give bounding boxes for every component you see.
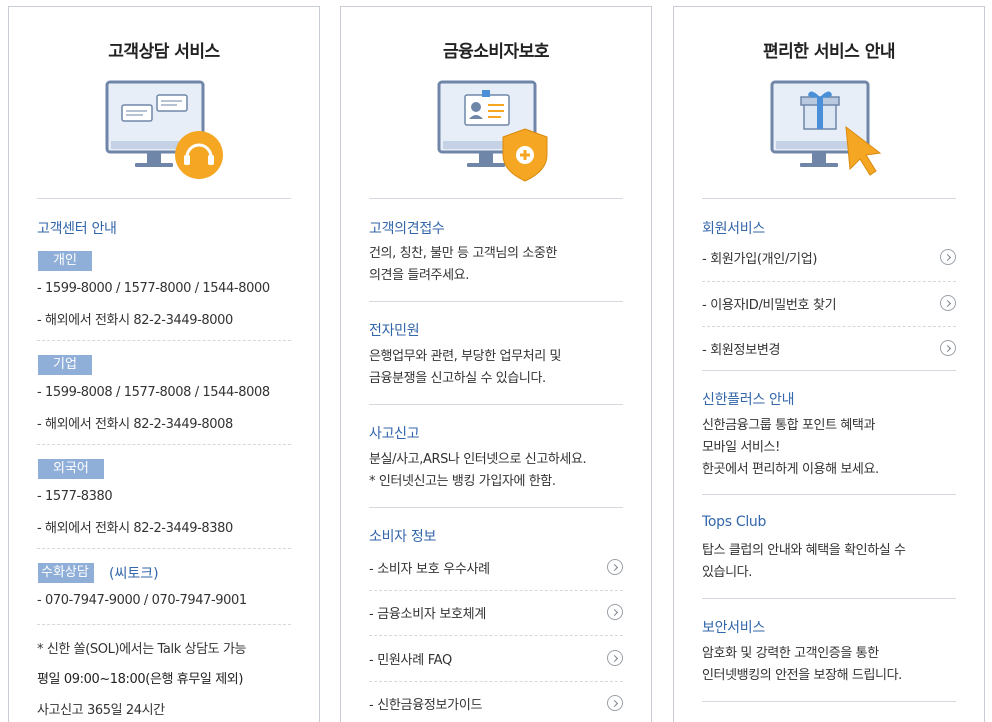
divider — [369, 635, 623, 636]
badge-personal: 개인 — [38, 251, 92, 271]
divider — [37, 198, 291, 199]
convenient-services-panel: 편리한 서비스 안내 회원서비스 - 회원가입(개인/기업) - 이용자ID/비… — [673, 6, 985, 722]
panel-title: 금융소비자보호 — [443, 42, 549, 62]
consumer-info-title: 소비자 정보 — [369, 529, 437, 545]
tops-club-desc: 탑스 클럽의 안내와 혜택을 확인하실 수 있습니다. — [702, 543, 906, 580]
phone-line: - 1599-8000 / 1577-8000 / 1544-8000 — [37, 281, 270, 296]
customer-support-illustration — [105, 80, 223, 179]
link-finance-guide[interactable]: - 신한금융정보가이드 — [369, 692, 623, 716]
opinion-title[interactable]: 고객의견접수 — [369, 218, 445, 238]
divider — [37, 548, 291, 549]
link-sign-up[interactable]: - 회원가입(개인/기업) — [702, 246, 956, 270]
phone-line: - 1577-8380 — [37, 489, 113, 504]
customer-service-panel: 고객상담 서비스 고객센터 안내 개인 - 1599-8000 / 1577-8… — [8, 6, 320, 722]
member-service-title: 회원서비스 — [702, 221, 765, 237]
divider — [702, 598, 956, 599]
divider — [369, 301, 623, 302]
divider — [369, 198, 623, 199]
chevron-right-icon — [940, 340, 956, 356]
divider — [369, 681, 623, 682]
divider — [37, 624, 291, 625]
chevron-right-icon — [607, 695, 623, 711]
phone-line: - 1599-8008 / 1577-8008 / 1544-8008 — [37, 385, 270, 400]
opinion-desc: 건의, 칭찬, 불만 등 고객님의 소중한 의견을 들려주세요. — [369, 246, 557, 283]
divider — [369, 404, 623, 405]
e-complaint-desc: 은행업무와 관련, 부당한 업무처리 및 금융분쟁을 신고하실 수 있습니다. — [369, 349, 562, 386]
id-card-shield-illustration — [437, 80, 548, 182]
badge-foreign: 외국어 — [38, 459, 104, 479]
divider — [37, 340, 291, 341]
e-complaint-title[interactable]: 전자민원 — [369, 320, 420, 340]
chevron-right-icon — [940, 295, 956, 311]
tops-club-title[interactable]: Tops Club — [702, 514, 766, 530]
divider — [702, 326, 956, 327]
link-protection-system[interactable]: - 금융소비자 보호체계 — [369, 601, 623, 625]
chevron-right-icon — [607, 559, 623, 575]
divider — [37, 444, 291, 445]
chevron-right-icon — [607, 604, 623, 620]
divider — [702, 281, 956, 282]
customer-center-title: 고객센터 안내 — [37, 221, 117, 237]
security-service-title[interactable]: 보안서비스 — [702, 617, 765, 637]
seetalk-link[interactable]: (씨토크) — [109, 563, 159, 583]
phone-line: - 해외에서 전화시 82-2-3449-8008 — [37, 417, 233, 432]
hours-note: 평일 09:00~18:00(은행 휴무일 제외) — [37, 672, 244, 687]
panel-title: 편리한 서비스 안내 — [763, 42, 895, 62]
badge-business: 기업 — [38, 355, 92, 375]
link-find-id-password[interactable]: - 이용자ID/비밀번호 찾기 — [702, 292, 956, 316]
link-edit-member-info[interactable]: - 회원정보변경 — [702, 337, 956, 361]
shinhan-plus-title[interactable]: 신한플러스 안내 — [702, 389, 795, 409]
chevron-right-icon — [940, 249, 956, 265]
security-service-desc: 암호화 및 강력한 고객인증을 통한 인터넷뱅킹의 안전을 보장해 드립니다. — [702, 646, 902, 683]
link-best-practices[interactable]: - 소비자 보호 우수사례 — [369, 556, 623, 580]
panel-title: 고객상담 서비스 — [108, 42, 220, 62]
accident-report-title[interactable]: 사고신고 — [369, 423, 420, 443]
shinhan-plus-desc: 신한금융그룹 통합 포인트 혜택과 모바일 서비스! 한곳에서 편리하게 이용해 보… — [702, 418, 879, 477]
phone-line: - 해외에서 전화시 82-2-3449-8000 — [37, 313, 233, 328]
link-complaint-faq[interactable]: - 민원사례 FAQ — [369, 647, 623, 671]
sol-talk-note: * 신한 쏠(SOL)에서는 Talk 상담도 가능 — [37, 642, 247, 657]
divider — [702, 370, 956, 371]
gift-cursor-illustration — [770, 80, 882, 176]
phone-line: - 해외에서 전화시 82-2-3449-8380 — [37, 521, 233, 536]
accident-report-note: 사고신고 365일 24시간 — [37, 703, 165, 718]
divider — [369, 590, 623, 591]
consumer-protection-panel: 금융소비자보호 고객의견접수 건의, 칭찬, 불만 등 고객님의 소중한 의견을 … — [340, 6, 652, 722]
chevron-right-icon — [607, 650, 623, 666]
divider — [702, 198, 956, 199]
badge-sign-language: 수화상담 — [38, 563, 94, 583]
phone-line: - 070-7947-9000 / 070-7947-9001 — [37, 593, 247, 608]
divider — [702, 494, 956, 495]
accident-report-desc: 분실/사고,ARS나 인터넷으로 신고하세요. * 인터넷신고는 뱅킹 가입자에 … — [369, 452, 587, 489]
divider — [369, 507, 623, 508]
divider — [702, 701, 956, 702]
